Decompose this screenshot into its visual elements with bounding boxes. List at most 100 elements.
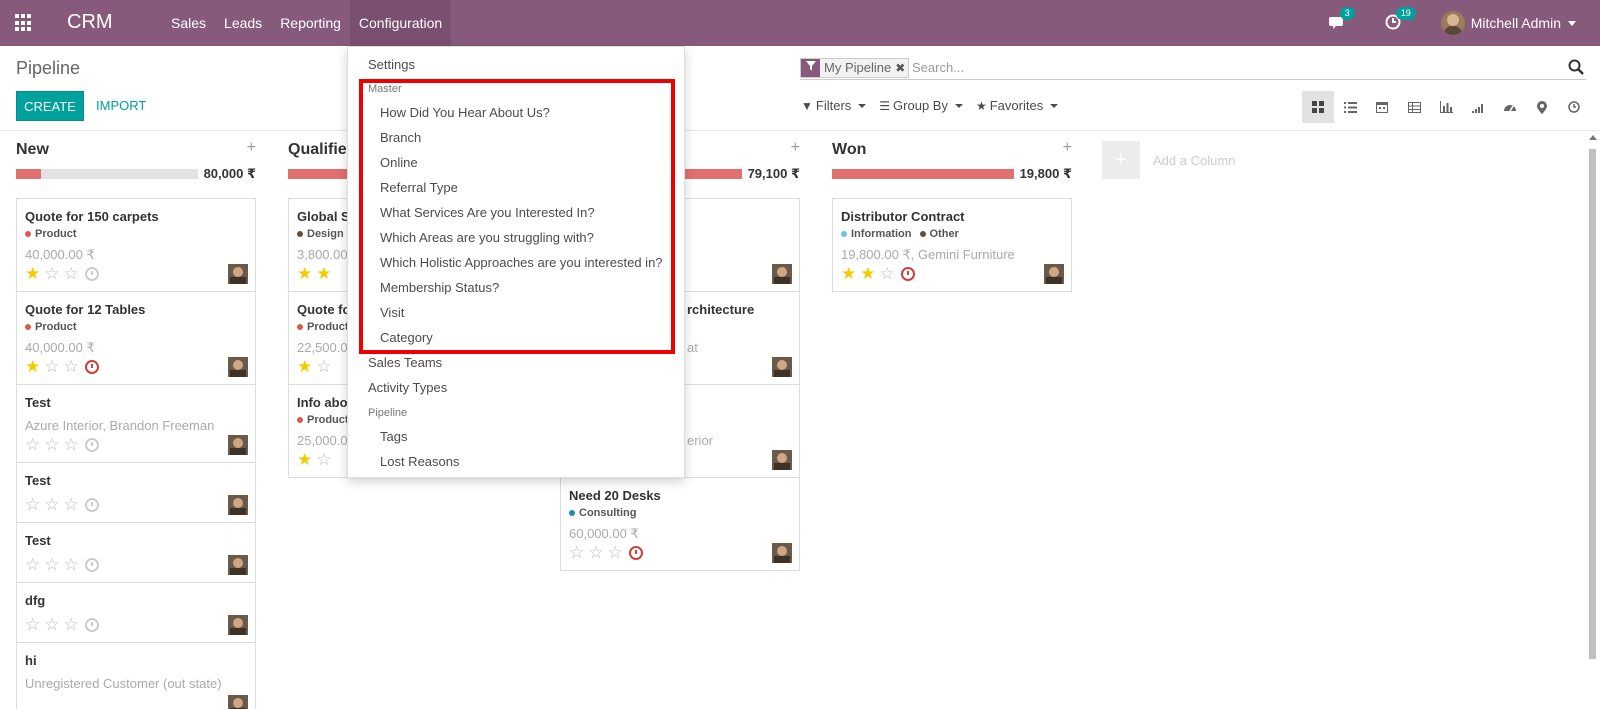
star-icon[interactable]: ☆ [44,616,59,633]
star-icon[interactable]: ☆ [64,556,79,573]
kanban-card[interactable]: hi Unregistered Customer (out state) [16,642,256,709]
cohort-view-icon[interactable] [1462,91,1494,123]
column-title[interactable]: New [16,141,49,159]
star-icon[interactable]: ☆ [588,544,603,561]
star-icon[interactable]: ★ [25,358,40,375]
menu-configuration[interactable]: Configuration [349,0,452,46]
filters-button[interactable]: ▼ Filters [801,98,867,113]
star-icon[interactable]: ☆ [25,496,40,513]
app-brand[interactable]: CRM [67,11,113,34]
star-icon[interactable]: ☆ [608,544,623,561]
priority-stars[interactable]: ★ ☆ [297,358,336,375]
activities-button[interactable]: 19 [1385,7,1416,32]
priority-stars[interactable]: ★ ☆ ☆ [25,358,99,375]
kanban-card[interactable]: Test Azure Interior, Brandon Freeman ☆ ☆ ☆ [16,384,256,463]
priority-stars[interactable]: ☆ ☆ ☆ [25,436,99,453]
star-icon[interactable]: ☆ [25,436,40,453]
kanban-view-icon[interactable] [1302,91,1334,123]
star-icon[interactable]: ☆ [44,496,59,513]
activity-clock-icon[interactable] [84,267,99,281]
priority-stars[interactable]: ★ ★ ☆ [841,265,915,282]
star-icon[interactable]: ★ [841,265,856,282]
menu-leads[interactable]: Leads [215,0,271,46]
star-icon[interactable]: ☆ [44,358,59,375]
priority-stars[interactable]: ★ ★ [297,265,336,282]
activity-overdue-clock-icon[interactable] [900,267,915,281]
activity-view-icon[interactable] [1558,91,1590,123]
star-icon[interactable]: ☆ [25,556,40,573]
apps-menu-icon[interactable] [15,14,33,32]
import-button[interactable]: IMPORT [96,91,146,121]
vertical-scrollbar[interactable] [1587,135,1598,705]
kanban-card[interactable]: dfg ☆ ☆ ☆ [16,582,256,643]
scroll-up-arrow-icon[interactable] [1589,135,1597,140]
add-column-label[interactable]: Add a Column [1153,153,1235,168]
pivot-view-icon[interactable] [1398,91,1430,123]
kanban-card[interactable]: Test ☆ ☆ ☆ [16,462,256,523]
user-avatar[interactable] [1440,11,1465,35]
dropdown-item-activity-types[interactable]: Activity Types [368,380,447,395]
dropdown-item-settings[interactable]: Settings [368,57,415,72]
star-icon[interactable]: ★ [297,265,312,282]
kanban-card[interactable]: Need 20 Desks Consulting 60,000.00 ₹ ☆ ☆ ☆ [560,477,800,571]
activity-clock-icon[interactable] [84,618,99,632]
create-button[interactable]: CREATE [16,91,84,121]
list-view-icon[interactable] [1334,91,1366,123]
column-title[interactable]: Won [832,141,866,159]
activity-clock-icon[interactable] [84,438,99,452]
star-icon[interactable]: ★ [297,451,312,468]
star-icon[interactable]: ☆ [64,496,79,513]
star-icon[interactable]: ☆ [64,265,79,282]
map-view-icon[interactable] [1526,91,1558,123]
priority-stars[interactable]: ★ ☆ ☆ [25,265,99,282]
quick-create-plus-icon[interactable]: + [791,139,800,157]
messages-button[interactable]: 3 [1328,7,1355,32]
dropdown-item-sales-teams[interactable]: Sales Teams [368,355,442,370]
scroll-thumb[interactable] [1589,149,1596,659]
star-icon[interactable]: ☆ [44,556,59,573]
facet-remove-icon[interactable]: ✖ [895,59,909,77]
activity-overdue-clock-icon[interactable] [628,546,643,560]
activity-clock-icon[interactable] [84,498,99,512]
activity-clock-icon[interactable] [84,558,99,572]
star-icon[interactable]: ★ [316,265,331,282]
favorites-button[interactable]: ★ Favorites [976,98,1059,113]
dropdown-item-lost-reasons[interactable]: Lost Reasons [380,454,460,469]
star-icon[interactable]: ★ [25,265,40,282]
star-icon[interactable]: ☆ [880,265,895,282]
priority-stars[interactable]: ★ ☆ [297,451,336,468]
menu-reporting[interactable]: Reporting [271,0,350,46]
group-by-button[interactable]: ☰ Group By [879,98,963,113]
priority-stars[interactable]: ☆ ☆ ☆ [25,496,99,513]
quick-create-plus-icon[interactable]: + [247,139,256,157]
star-icon[interactable]: ☆ [64,616,79,633]
menu-sales[interactable]: Sales [162,0,215,46]
search-input[interactable]: Search... [912,60,964,75]
star-icon[interactable]: ☆ [25,616,40,633]
star-icon[interactable]: ★ [297,358,312,375]
activity-overdue-clock-icon[interactable] [84,360,99,374]
priority-stars[interactable]: ☆ ☆ ☆ [25,556,99,573]
kanban-card[interactable]: Distributor Contract Information Other 1… [832,198,1072,292]
priority-stars[interactable]: ☆ ☆ ☆ [25,616,99,633]
user-caret-icon[interactable] [1568,20,1576,26]
search-icon[interactable] [1568,59,1584,75]
graph-view-icon[interactable] [1430,91,1462,123]
column-progress-bar[interactable] [832,169,1014,179]
star-icon[interactable]: ☆ [44,436,59,453]
star-icon[interactable]: ★ [860,265,875,282]
add-column-button[interactable]: + [1102,141,1140,179]
calendar-view-icon[interactable] [1366,91,1398,123]
star-icon[interactable]: ☆ [316,358,331,375]
kanban-card[interactable]: Quote for 150 carpets Product 40,000.00 … [16,198,256,292]
kanban-card[interactable]: Test ☆ ☆ ☆ [16,522,256,583]
star-icon[interactable]: ☆ [316,451,331,468]
star-icon[interactable]: ☆ [64,358,79,375]
user-name[interactable]: Mitchell Admin [1471,15,1561,31]
priority-stars[interactable]: ☆ ☆ ☆ [569,544,643,561]
column-progress-bar[interactable] [16,169,198,179]
kanban-card[interactable]: Quote for 12 Tables Product 40,000.00 ₹ … [16,291,256,385]
quick-create-plus-icon[interactable]: + [1063,139,1072,157]
star-icon[interactable]: ☆ [569,544,584,561]
dropdown-item-tags[interactable]: Tags [380,429,407,444]
